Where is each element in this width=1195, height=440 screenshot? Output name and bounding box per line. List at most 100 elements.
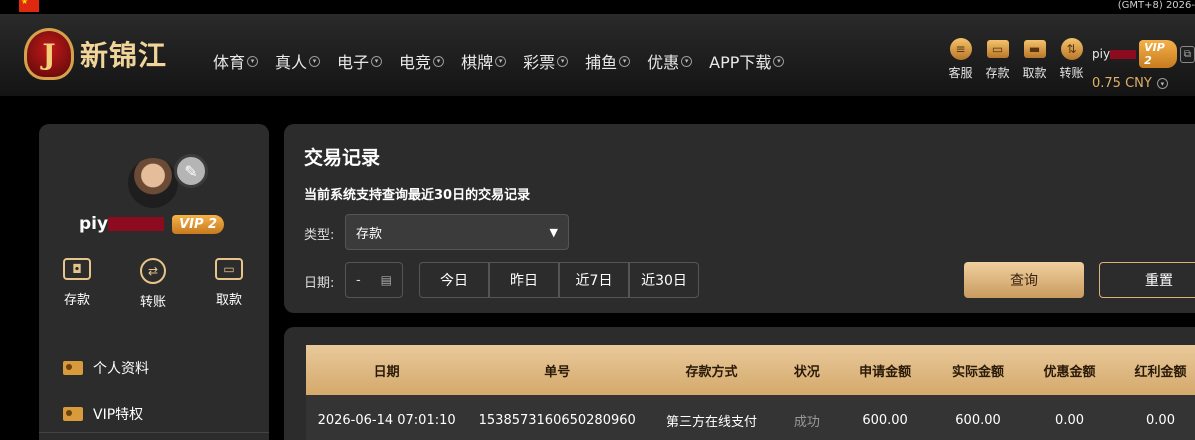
profile-card-icon xyxy=(63,361,83,375)
sidebar-item-label: 个人资料 xyxy=(93,361,149,377)
chevron-down-icon: ▾ xyxy=(619,55,631,67)
nav-item-app-download[interactable]: APP下载 ▾ xyxy=(709,49,785,73)
cn-flag-icon xyxy=(19,0,39,12)
account-sidebar: ✎ piy VIP 2 ◘ 存款 ⇄ 转账 ▭ 取款 个人资料 VIP特权 xyxy=(39,124,269,440)
user-summary: piy VIP 2 ⧉ 0.75 CNY ▾ xyxy=(1092,40,1195,91)
column-header-actual[interactable]: 实际金额 xyxy=(932,361,1024,380)
cell-requested: 600.00 xyxy=(862,412,908,428)
timezone-clock: (GMT+8) 2026- xyxy=(1117,0,1195,11)
nav-item-cards[interactable]: 棋牌 ▾ xyxy=(461,49,507,73)
quick-action-label: 客服 xyxy=(948,66,973,80)
sidebar-withdraw-button[interactable]: ▭ 取款 xyxy=(191,258,267,310)
quick-action-transfer[interactable]: ⇅ 转账 xyxy=(1053,38,1090,81)
column-header-method[interactable]: 存款方式 xyxy=(647,361,776,380)
page-title: 交易记录 xyxy=(304,147,381,169)
vip-card-icon xyxy=(63,407,83,421)
sidebar-item-profile[interactable]: 个人资料 xyxy=(63,345,149,391)
nav-label: 捕鱼 xyxy=(585,53,618,72)
column-header-status[interactable]: 状况 xyxy=(776,361,838,380)
wallet-icon: ◘ xyxy=(63,258,91,280)
sidebar-action-label: 转账 xyxy=(139,295,166,310)
nav-item-promotions[interactable]: 优惠 ▾ xyxy=(647,49,693,73)
username: piy xyxy=(1092,47,1111,61)
edit-avatar-icon[interactable]: ✎ xyxy=(174,154,208,188)
cell-bonus: 0.00 xyxy=(1146,412,1175,428)
reset-button[interactable]: 重置 xyxy=(1099,262,1195,298)
type-select[interactable]: 存款 ▼ xyxy=(345,214,569,250)
sidebar-divider xyxy=(39,432,269,433)
query-button[interactable]: 查询 xyxy=(964,262,1084,298)
vip-badge: VIP 2 xyxy=(1139,40,1177,68)
balance-amount: 0.75 CNY xyxy=(1092,76,1152,91)
nav-item-esports[interactable]: 电竞 ▾ xyxy=(399,49,445,73)
nav-item-fishing[interactable]: 捕鱼 ▾ xyxy=(585,49,631,73)
quick-action-deposit[interactable]: ▭ 存款 xyxy=(979,38,1016,81)
vip-badge: VIP 2 xyxy=(172,214,225,234)
sidebar-menu: 个人资料 VIP特权 xyxy=(63,345,149,437)
quick-action-label: 存款 xyxy=(985,66,1010,80)
cell-actual: 600.00 xyxy=(955,412,1001,428)
transaction-filter-panel: 交易记录 当前系统支持查询最近30日的交易记录 类型: 存款 ▼ 日期: - ▤… xyxy=(284,124,1195,313)
transfer-icon: ⇅ xyxy=(1060,38,1083,60)
sidebar-actions: ◘ 存款 ⇄ 转账 ▭ 取款 xyxy=(39,258,269,310)
chevron-down-icon: ▾ xyxy=(681,55,693,67)
cell-method: 第三方在线支付 xyxy=(665,414,757,430)
quick-action-label: 取款 xyxy=(1022,66,1047,80)
chevron-down-icon: ▾ xyxy=(371,55,383,67)
calendar-icon: ▤ xyxy=(380,273,392,287)
quick-actions: ≡ 客服 ▭ 存款 ▬ 取款 ⇅ 转账 xyxy=(942,38,1090,81)
date-range-buttons: 今日 昨日 近7日 近30日 xyxy=(419,262,699,298)
cell-date: 2026-06-14 07:01:10 xyxy=(317,412,456,428)
chevron-down-icon[interactable]: ▾ xyxy=(1156,78,1168,89)
nav-item-sports[interactable]: 体育 ▾ xyxy=(213,49,259,73)
table-row[interactable]: 2026-06-14 07:01:10 1538573160650280960 … xyxy=(306,395,1195,440)
type-select-value: 存款 xyxy=(356,226,383,242)
range-30days-button[interactable]: 近30日 xyxy=(629,262,699,298)
quick-action-label: 转账 xyxy=(1059,66,1084,80)
nav-label: 棋牌 xyxy=(461,53,494,72)
chevron-down-icon: ▾ xyxy=(495,55,507,67)
column-header-date[interactable]: 日期 xyxy=(306,361,467,380)
chevron-down-icon: ▾ xyxy=(557,55,569,67)
card-icon: ▬ xyxy=(1023,40,1046,58)
column-header-bonus[interactable]: 红利金额 xyxy=(1115,361,1195,380)
nav-item-lottery[interactable]: 彩票 ▾ xyxy=(523,49,569,73)
nav-item-slots[interactable]: 电子 ▾ xyxy=(337,49,383,73)
cell-order-no: 1538573160650280960 xyxy=(478,412,636,428)
sidebar-item-label: VIP特权 xyxy=(93,407,144,423)
range-7days-button[interactable]: 近7日 xyxy=(559,262,629,298)
avatar xyxy=(128,158,178,208)
date-label: 日期: xyxy=(304,276,335,291)
nav-label: 电子 xyxy=(337,53,370,72)
page-subtitle: 当前系统支持查询最近30日的交易记录 xyxy=(304,188,531,203)
logo-badge-icon: J xyxy=(24,28,74,80)
user-menu-icon[interactable]: ⧉ xyxy=(1179,45,1195,63)
site-logo[interactable]: J 新锦江 xyxy=(24,28,167,80)
nav-item-live[interactable]: 真人 ▾ xyxy=(275,49,321,73)
type-label: 类型: xyxy=(304,228,335,243)
date-picker[interactable]: - ▤ xyxy=(345,262,403,298)
column-header-requested[interactable]: 申请金额 xyxy=(838,361,932,380)
sidebar-transfer-button[interactable]: ⇄ 转账 xyxy=(115,258,191,310)
transfer-icon: ⇄ xyxy=(140,258,166,284)
main-nav: 体育 ▾ 真人 ▾ 电子 ▾ 电竞 ▾ 棋牌 ▾ 彩票 ▾ 捕鱼 ▾ 优惠 ▾ APP下载 ▾ xyxy=(213,49,801,73)
column-header-order-no[interactable]: 单号 xyxy=(467,361,647,380)
wallet-icon: ▭ xyxy=(986,40,1009,58)
sidebar-action-label: 存款 xyxy=(63,293,90,308)
nav-label: 真人 xyxy=(275,53,308,72)
site-header: J 新锦江 体育 ▾ 真人 ▾ 电子 ▾ 电竞 ▾ 棋牌 ▾ 彩票 ▾ 捕鱼 ▾ 优惠 ▾ AP… xyxy=(0,14,1195,96)
quick-action-support[interactable]: ≡ 客服 xyxy=(942,38,979,81)
quick-action-withdraw[interactable]: ▬ 取款 xyxy=(1016,38,1053,81)
range-today-button[interactable]: 今日 xyxy=(419,262,489,298)
transaction-table-panel: 日期 单号 存款方式 状况 申请金额 实际金额 优惠金额 红利金额 2026-0… xyxy=(284,327,1195,440)
sidebar-item-vip[interactable]: VIP特权 xyxy=(63,391,149,437)
username-redaction xyxy=(108,217,165,231)
nav-label: APP下载 xyxy=(709,53,772,72)
column-header-discount[interactable]: 优惠金额 xyxy=(1024,361,1115,380)
chevron-down-icon: ▾ xyxy=(773,55,785,67)
nav-label: 电竞 xyxy=(399,53,432,72)
nav-label: 体育 xyxy=(213,53,246,72)
chevron-down-icon: ▾ xyxy=(309,55,321,67)
range-yesterday-button[interactable]: 昨日 xyxy=(489,262,559,298)
sidebar-deposit-button[interactable]: ◘ 存款 xyxy=(39,258,115,310)
